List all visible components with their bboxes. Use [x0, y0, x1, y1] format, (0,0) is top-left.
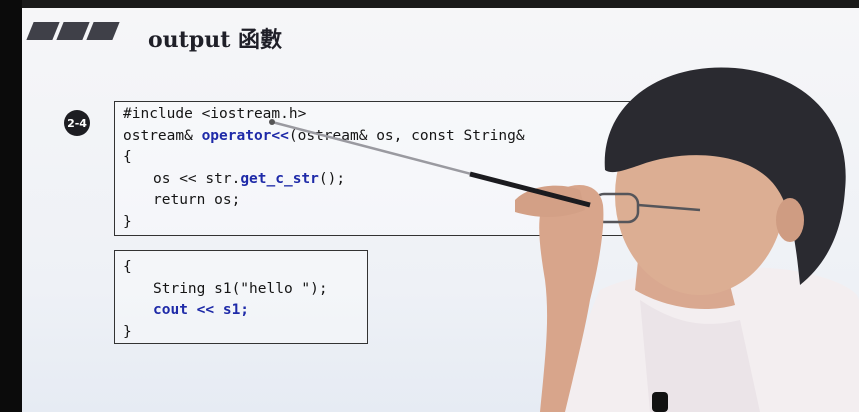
lecture-frame: output 函數 2-4 #include <iostream.h> ostre… — [0, 0, 859, 412]
pointer-stick — [269, 119, 591, 208]
